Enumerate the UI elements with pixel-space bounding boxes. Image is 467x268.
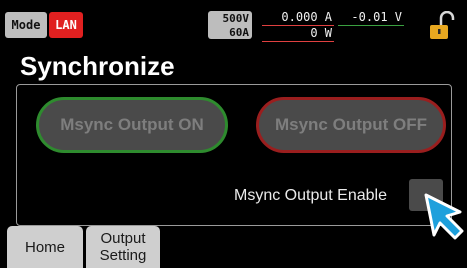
voltage-readout: -0.01 V	[351, 10, 402, 24]
interface-badge: LAN	[49, 12, 83, 38]
padlock-open-icon[interactable]	[424, 11, 458, 41]
rated-current-label: 60A	[208, 25, 252, 39]
mode-badge: Mode	[5, 12, 47, 38]
msync-output-off-button[interactable]: Msync Output OFF	[256, 97, 446, 153]
voltage-underline	[338, 25, 404, 26]
msync-output-enable-label: Msync Output Enable	[234, 187, 387, 204]
tab-output-setting-line2: Setting	[99, 247, 147, 264]
msync-output-on-button[interactable]: Msync Output ON	[36, 97, 228, 153]
pointer-arrow-icon	[424, 193, 464, 240]
current-readout: 0.000 A	[281, 10, 332, 24]
power-readout: 0 W	[310, 26, 332, 40]
page-title: Synchronize	[20, 51, 175, 81]
tab-output-setting[interactable]: Output Setting	[86, 226, 160, 268]
rated-voltage-label: 500V	[208, 11, 252, 25]
power-underline	[262, 41, 334, 42]
tab-output-setting-line1: Output	[100, 230, 146, 247]
tab-home[interactable]: Home	[7, 226, 83, 268]
